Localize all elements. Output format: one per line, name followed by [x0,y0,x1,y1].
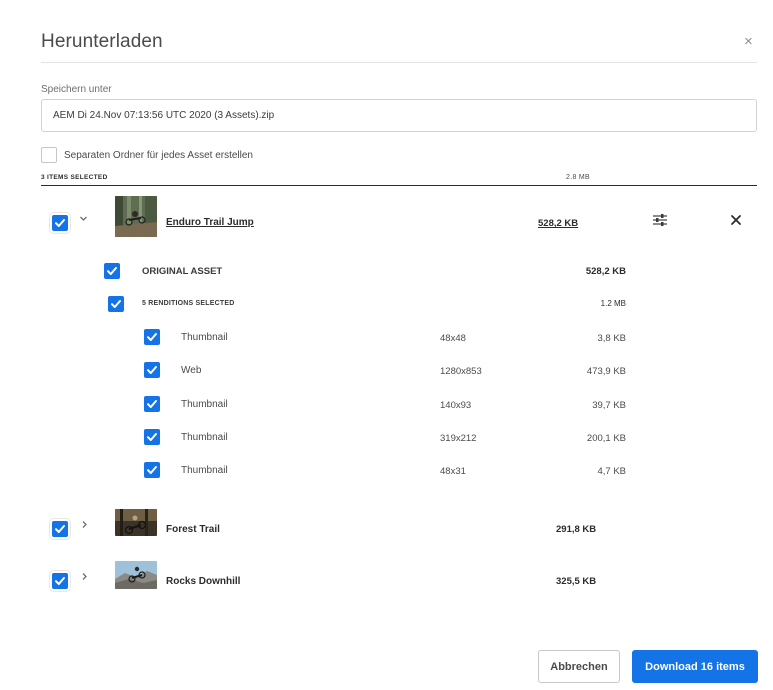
rendition-size: 473,9 KB [586,366,626,377]
rendition-checkbox[interactable] [144,329,160,345]
rendition-dims: 319x212 [440,433,477,444]
asset-size-forest-trail: 291,8 KB [556,524,597,535]
items-divider [41,185,757,186]
asset-checkbox-forest-trail[interactable] [52,521,68,537]
chevron-right-icon[interactable] [80,520,89,532]
rendition-name: Thumbnail [181,399,228,410]
rendition-dims: 1280x853 [440,366,482,377]
rendition-dims: 48x31 [440,466,466,477]
separate-folder-checkbox[interactable] [41,147,57,163]
asset-name-forest-trail: Forest Trail [166,524,220,535]
title-divider [41,62,757,63]
asset-thumbnail-enduro [115,196,157,237]
rendition-checkbox[interactable] [144,462,160,478]
save-as-label: Speichern unter [41,84,112,95]
rendition-name: Thumbnail [181,432,228,443]
rendition-size: 39,7 KB [592,400,626,411]
rendition-name: Thumbnail [181,465,228,476]
rendition-checkbox[interactable] [144,396,160,412]
close-dialog-icon[interactable]: × [744,34,753,49]
chevron-right-icon[interactable] [80,572,89,584]
renditions-checkbox[interactable] [108,296,124,312]
asset-name-rocks-downhill: Rocks Downhill [166,576,241,587]
rendition-name: Thumbnail [181,332,228,343]
rendition-checkbox[interactable] [144,429,160,445]
renditions-selected-size: 1.2 MB [600,299,626,308]
rendition-size: 200,1 KB [586,433,626,444]
download-button[interactable]: Download 16 items [632,650,758,683]
save-as-input[interactable] [41,99,757,132]
sliders-icon[interactable] [652,212,668,228]
original-asset-size: 528,2 KB [585,266,626,277]
download-dialog: Herunterladen × Speichern unter Separate… [0,0,773,690]
rendition-checkbox[interactable] [144,362,160,378]
asset-thumbnail-rocks-downhill [115,561,157,589]
chevron-down-icon[interactable] [79,214,88,226]
asset-size-rocks-downhill: 325,5 KB [556,576,597,587]
total-size: 2.8 MB [566,174,590,181]
dialog-title: Herunterladen [41,31,163,52]
rendition-dims: 140x93 [440,400,472,411]
rendition-size: 3,8 KB [597,333,626,344]
asset-size-enduro[interactable]: 528,2 KB [538,218,578,229]
close-icon[interactable] [729,213,743,227]
original-asset-label: ORIGINAL ASSET [142,266,223,277]
renditions-selected-label: 5 RENDITIONS SELECTED [142,300,235,307]
rendition-name: Web [181,365,202,376]
rendition-size: 4,7 KB [597,466,626,477]
separate-folder-label: Separaten Ordner für jedes Asset erstell… [64,150,253,161]
rendition-dims: 48x48 [440,333,466,344]
items-selected-count: 3 ITEMS SELECTED [41,174,108,181]
asset-thumbnail-forest-trail [115,509,157,536]
asset-name-enduro[interactable]: Enduro Trail Jump [166,217,254,228]
cancel-button[interactable]: Abbrechen [538,650,620,683]
asset-checkbox-rocks-downhill[interactable] [52,573,68,589]
original-asset-checkbox[interactable] [104,263,120,279]
asset-checkbox-enduro[interactable] [52,215,68,231]
